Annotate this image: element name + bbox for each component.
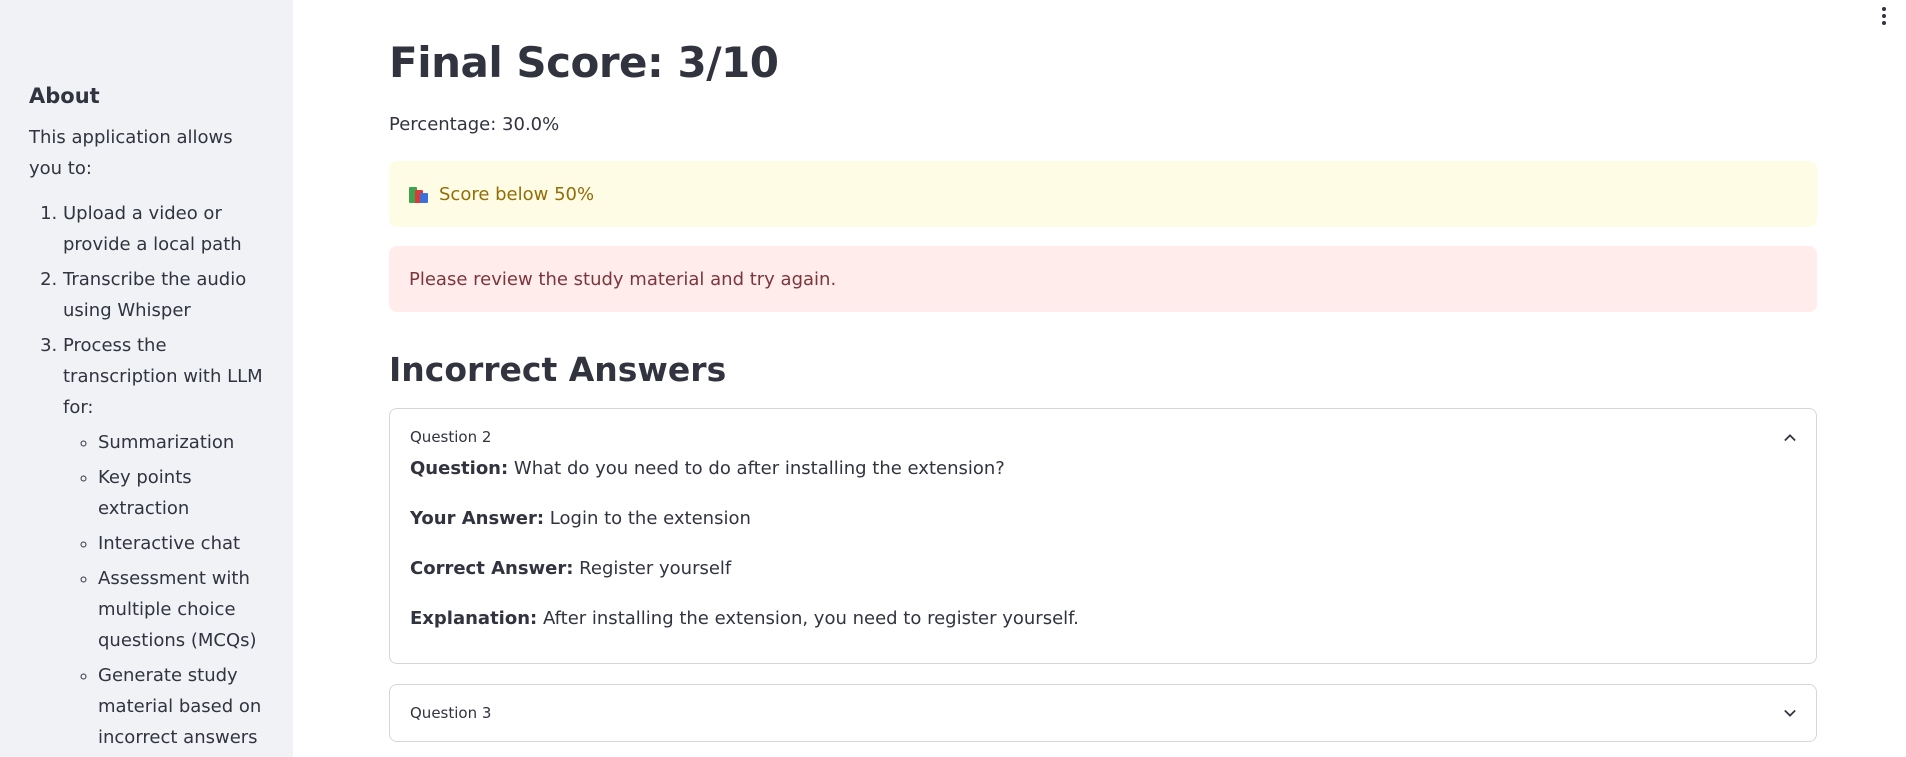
feature-subitem: Interactive chat — [98, 528, 269, 559]
explanation-line: Explanation: After installing the extens… — [410, 605, 1796, 633]
correct-answer-line: Correct Answer: Register yourself — [410, 555, 1796, 583]
warning-alert: Score below 50% — [389, 161, 1817, 227]
question-text: What do you need to do after installing … — [508, 458, 1005, 479]
incorrect-answers-heading: Incorrect Answers — [389, 350, 727, 389]
explanation-text: After installing the extension, you need… — [537, 608, 1079, 629]
feature-item-label: Process the transcription with LLM for: — [63, 335, 263, 418]
feature-item: Transcribe the audio using Whisper — [63, 264, 269, 326]
sidebar-intro: This application allows you to: — [29, 127, 233, 179]
expander-title: Question 3 — [410, 704, 492, 722]
feature-sublist: Summarization Key points extraction Inte… — [63, 427, 269, 753]
feature-item: Upload a video or provide a local path — [63, 198, 269, 260]
expander-header[interactable]: Question 3 — [390, 685, 1816, 741]
chevron-up-icon[interactable] — [1784, 431, 1796, 443]
question-expander: Question 2 Question: What do you need to… — [389, 408, 1817, 664]
feature-subitem: Assessment with multiple choice question… — [98, 563, 269, 656]
sidebar-heading: About — [29, 84, 100, 108]
expander-body: Question: What do you need to do after i… — [390, 455, 1816, 633]
feature-subitem: Generate study material based on incorre… — [98, 660, 269, 753]
feature-subitem: Summarization — [98, 427, 269, 458]
books-icon — [409, 185, 429, 203]
expander-title: Question 2 — [410, 428, 492, 446]
your-answer-label: Your Answer: — [410, 508, 545, 529]
your-answer-line: Your Answer: Login to the extension — [410, 505, 1796, 533]
feature-item: Process the transcription with LLM for: … — [63, 330, 269, 753]
error-text: Please review the study material and try… — [409, 268, 837, 290]
question-line: Question: What do you need to do after i… — [410, 455, 1796, 483]
feature-subitem: Key points extraction — [98, 462, 269, 524]
correct-answer-label: Correct Answer: — [410, 558, 574, 579]
explanation-label: Explanation: — [410, 608, 538, 629]
feature-list: Upload a video or provide a local path T… — [29, 198, 269, 753]
final-score-title: Final Score: 3/10 — [389, 38, 779, 87]
chevron-down-icon[interactable] — [1784, 707, 1796, 719]
warning-text: Score below 50% — [439, 183, 595, 205]
your-answer-text: Login to the extension — [544, 508, 751, 529]
sidebar: About This application allows you to: Up… — [0, 0, 293, 757]
question-label: Question: — [410, 458, 509, 479]
correct-answer-text: Register yourself — [573, 558, 732, 579]
question-expander: Question 3 — [389, 684, 1817, 742]
percentage-text: Percentage: 30.0% — [389, 114, 560, 135]
error-alert: Please review the study material and try… — [389, 246, 1817, 312]
vertical-ellipsis-icon[interactable] — [1876, 6, 1892, 26]
